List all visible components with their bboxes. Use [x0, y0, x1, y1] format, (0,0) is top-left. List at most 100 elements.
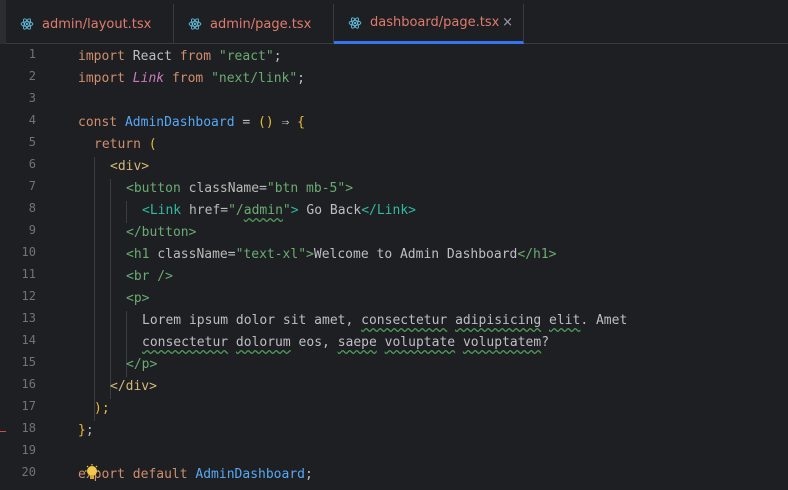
line-number: 2 — [28, 69, 36, 83]
close-icon[interactable]: × — [502, 15, 513, 30]
code-line-6: <div> — [110, 156, 149, 178]
token: Link — [149, 203, 182, 218]
code-line-4: const AdminDashboard = () ⇒ { — [78, 112, 305, 134]
token: <div> — [110, 159, 150, 174]
lightbulb-icon[interactable] — [84, 464, 100, 482]
token: consectetur — [361, 313, 448, 328]
line-number: 12 — [21, 289, 36, 303]
token: return — [94, 137, 149, 152]
token: <h1 — [126, 247, 158, 262]
line-number: 4 — [28, 113, 36, 127]
code-line-15: </p> — [126, 354, 157, 376]
code-line-11: <br /> — [126, 266, 173, 288]
tab-dashboard-page[interactable]: dashboard/page.tsx × — [334, 4, 524, 44]
indent-guide — [126, 201, 127, 223]
token: </p> — [126, 357, 158, 372]
indent-guide — [110, 179, 111, 399]
token: ⇒ — [273, 115, 298, 130]
line-number: 8 — [28, 201, 36, 215]
token: import — [78, 71, 125, 86]
react-icon — [20, 18, 34, 30]
token: AdminDashboard — [195, 467, 305, 482]
line-number: 20 — [21, 465, 36, 479]
editor-window: admin/layout.tsx admin/page.tsx dashboar… — [0, 0, 788, 490]
line-number: 13 — [21, 311, 36, 325]
tab-admin-page[interactable]: admin/page.tsx — [174, 4, 334, 44]
token: () — [258, 115, 274, 130]
token: . Amet — [580, 313, 628, 328]
token: > — [345, 181, 354, 196]
token: saepe — [337, 335, 377, 350]
token: </ — [361, 203, 377, 218]
code-line-10: <h1 className="text-xl">Welcome to Admin… — [126, 244, 557, 266]
token: AdminDashboard — [124, 115, 235, 130]
tab-label: admin/layout.tsx — [42, 16, 152, 32]
code-line-5: return ( — [94, 134, 157, 156]
line-number: 19 — [21, 443, 36, 457]
token: "text-xl" — [235, 247, 307, 262]
change-marker — [0, 431, 6, 432]
line-number: 11 — [21, 267, 36, 281]
line-number: 3 — [28, 91, 36, 105]
token: > — [306, 247, 314, 262]
token: elit — [549, 313, 581, 328]
token: = — [220, 203, 229, 218]
tab-label: dashboard/page.tsx — [370, 15, 500, 30]
code-line-12: <p> — [126, 288, 149, 310]
line-number: 10 — [21, 245, 36, 259]
line-number: 5 — [28, 135, 36, 149]
token: consectetur — [142, 335, 229, 350]
token: href — [181, 203, 221, 218]
indent-guide — [94, 157, 95, 421]
line-number: 16 — [21, 377, 36, 391]
line-number: 9 — [28, 223, 36, 237]
token: import — [78, 49, 125, 64]
line-number: 18 — [21, 421, 36, 435]
tab-label: admin/page.tsx — [210, 16, 312, 32]
token: "btn mb-5" — [266, 181, 346, 196]
token: ; — [85, 423, 94, 438]
code-line-9: </button> — [126, 222, 196, 244]
token: { — [297, 115, 305, 130]
code-line-2: import Link from "next/link"; — [78, 68, 305, 90]
token: Go Back — [298, 203, 362, 218]
line-number: 7 — [28, 179, 36, 193]
token: ; — [304, 467, 313, 482]
token: ( — [148, 137, 157, 152]
tab-admin-layout[interactable]: admin/layout.tsx — [6, 4, 174, 44]
react-icon — [348, 16, 362, 29]
token: Link — [376, 203, 409, 218]
token: voluptate — [384, 335, 456, 350]
code-line-16: </div> — [110, 376, 157, 398]
line-number: 15 — [21, 355, 36, 369]
token: "react" — [211, 49, 274, 64]
token: </button> — [126, 225, 197, 240]
token: from — [179, 49, 212, 64]
code-line-8: <Link href="/admin"> Go Back</Link> — [142, 200, 416, 222]
token: <br /> — [126, 269, 173, 284]
token: = — [259, 181, 267, 196]
token: ; — [297, 71, 305, 86]
token: ); — [94, 401, 110, 416]
token: = — [234, 115, 259, 130]
token: from — [171, 71, 204, 86]
code-line-20: export default AdminDashboard; — [78, 464, 313, 486]
code-line-17: ); — [94, 398, 110, 420]
code-line-1: import React from "react"; — [78, 46, 282, 68]
token: "/ — [228, 203, 244, 218]
token: ; — [273, 49, 282, 64]
line-number-gutter: 1 2 3 4 5 6 7 8 9 10 11 12 13 14 15 16 1… — [0, 45, 60, 490]
token: </div> — [110, 379, 157, 394]
code-line-7: <button className="btn mb-5"> — [126, 178, 353, 200]
token: } — [78, 423, 86, 438]
token: className — [157, 247, 228, 262]
token: > — [408, 203, 416, 218]
token: const — [78, 115, 125, 130]
token: dolorum — [235, 335, 291, 350]
code-line-18: }; — [78, 420, 94, 442]
code-editor[interactable]: import React from "react"; import Link f… — [78, 45, 788, 490]
code-line-13: Lorem ipsum dolor sit amet, consectetur … — [142, 310, 627, 332]
